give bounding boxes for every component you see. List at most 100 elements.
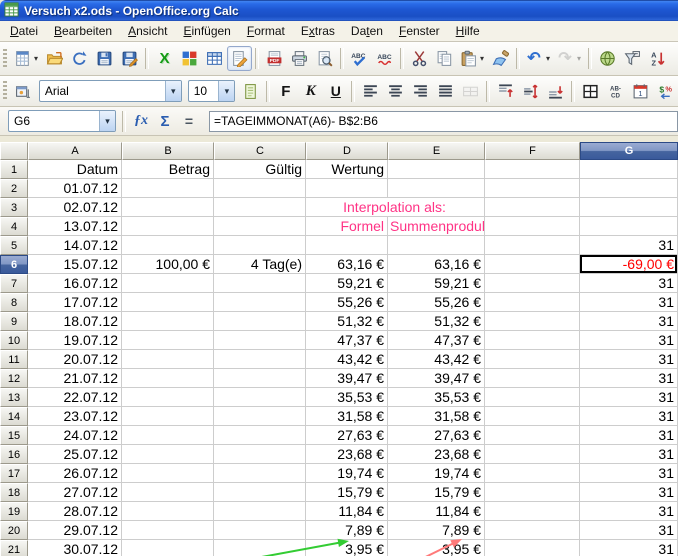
cell-F5[interactable]	[485, 236, 580, 255]
cell-F16[interactable]	[485, 445, 580, 464]
cell-A12[interactable]: 21.07.12	[28, 369, 122, 388]
cell-D19[interactable]: 11,84 €	[306, 502, 388, 521]
cell-C6[interactable]: 4 Tag(e)	[214, 255, 306, 274]
sort-ascending-button[interactable]: AZ	[645, 46, 670, 71]
cell-C2[interactable]	[214, 179, 306, 198]
cell-G8[interactable]: 31	[580, 293, 678, 312]
cell-A10[interactable]: 19.07.12	[28, 331, 122, 350]
cell-E2[interactable]	[388, 179, 485, 198]
cell-B21[interactable]	[122, 540, 214, 556]
cell-C7[interactable]	[214, 274, 306, 293]
cell-G11[interactable]: 31	[580, 350, 678, 369]
cell-B17[interactable]	[122, 464, 214, 483]
font-size-dropdown-icon[interactable]: ▾	[218, 81, 234, 101]
cell-F11[interactable]	[485, 350, 580, 369]
cell-E19[interactable]: 11,84 €	[388, 502, 485, 521]
cell-D11[interactable]: 43,42 €	[306, 350, 388, 369]
cell-E16[interactable]: 23,68 €	[388, 445, 485, 464]
cell-D9[interactable]: 51,32 €	[306, 312, 388, 331]
cell-F1[interactable]	[485, 160, 580, 179]
row-header-3[interactable]: 3	[0, 198, 28, 217]
cell-G1[interactable]	[580, 160, 678, 179]
cell-E10[interactable]: 47,37 €	[388, 331, 485, 350]
cell-A16[interactable]: 25.07.12	[28, 445, 122, 464]
cell-E20[interactable]: 7,89 €	[388, 521, 485, 540]
hyperlink-button[interactable]	[595, 46, 620, 71]
autofilter-button[interactable]	[620, 46, 645, 71]
cell-D6[interactable]: 63,16 €	[306, 255, 388, 274]
styles-and-formatting-button[interactable]	[11, 79, 36, 104]
row-header-1[interactable]: 1	[0, 160, 28, 179]
cell-C12[interactable]	[214, 369, 306, 388]
align-justify-button[interactable]	[433, 79, 458, 104]
save-as-button[interactable]	[117, 46, 142, 71]
cell-D20[interactable]: 7,89 €	[306, 521, 388, 540]
cell-A21[interactable]: 30.07.12	[28, 540, 122, 556]
align-center-button[interactable]	[383, 79, 408, 104]
cell-B20[interactable]	[122, 521, 214, 540]
cell-B15[interactable]	[122, 426, 214, 445]
insert-table-button[interactable]	[202, 46, 227, 71]
cell-G19[interactable]: 31	[580, 502, 678, 521]
row-header-18[interactable]: 18	[0, 483, 28, 502]
cell-B18[interactable]	[122, 483, 214, 502]
cell-C11[interactable]	[214, 350, 306, 369]
row-header-6[interactable]: 6	[0, 255, 28, 274]
row-header-4[interactable]: 4	[0, 217, 28, 236]
cell-G6[interactable]: -69,00 €	[580, 255, 678, 274]
name-box-dropdown-icon[interactable]: ▾	[99, 111, 115, 131]
cell-B14[interactable]	[122, 407, 214, 426]
align-right-button[interactable]	[408, 79, 433, 104]
paste-dropdown-icon[interactable]: ▾	[478, 54, 486, 63]
row-header-10[interactable]: 10	[0, 331, 28, 350]
page-format-button[interactable]	[238, 79, 263, 104]
font-name-dropdown-icon[interactable]: ▾	[165, 81, 181, 101]
cell-B2[interactable]	[122, 179, 214, 198]
row-header-7[interactable]: 7	[0, 274, 28, 293]
cell-D3[interactable]: Interpolation als:	[306, 198, 485, 217]
cell-E9[interactable]: 51,32 €	[388, 312, 485, 331]
cell-A2[interactable]: 01.07.12	[28, 179, 122, 198]
cell-C19[interactable]	[214, 502, 306, 521]
cell-B8[interactable]	[122, 293, 214, 312]
select-all-corner[interactable]	[0, 142, 28, 160]
cell-B9[interactable]	[122, 312, 214, 331]
column-header-D[interactable]: D	[306, 142, 388, 160]
page-preview-button[interactable]	[312, 46, 337, 71]
column-header-B[interactable]: B	[122, 142, 214, 160]
row-header-13[interactable]: 13	[0, 388, 28, 407]
cell-G17[interactable]: 31	[580, 464, 678, 483]
cell-B12[interactable]	[122, 369, 214, 388]
cell-C14[interactable]	[214, 407, 306, 426]
cell-B13[interactable]	[122, 388, 214, 407]
cell-A1[interactable]: Datum	[28, 160, 122, 179]
cell-B1[interactable]: Betrag	[122, 160, 214, 179]
cell-E18[interactable]: 15,79 €	[388, 483, 485, 502]
menu-fenster[interactable]: Fenster	[391, 22, 448, 40]
cell-A9[interactable]: 18.07.12	[28, 312, 122, 331]
cell-F17[interactable]	[485, 464, 580, 483]
cell-E11[interactable]: 43,42 €	[388, 350, 485, 369]
cut-button[interactable]	[407, 46, 432, 71]
menu-bearbeiten[interactable]: Bearbeiten	[46, 22, 120, 40]
cell-F21[interactable]	[485, 540, 580, 556]
cell-D18[interactable]: 15,79 €	[306, 483, 388, 502]
menu-format[interactable]: Format	[239, 22, 293, 40]
new-spreadsheet-dropdown-icon[interactable]: ▾	[32, 54, 40, 63]
italic-button[interactable]: K	[298, 79, 323, 104]
cell-A8[interactable]: 17.07.12	[28, 293, 122, 312]
cell-A20[interactable]: 29.07.12	[28, 521, 122, 540]
cell-G2[interactable]	[580, 179, 678, 198]
cell-C16[interactable]	[214, 445, 306, 464]
row-header-11[interactable]: 11	[0, 350, 28, 369]
cell-G18[interactable]: 31	[580, 483, 678, 502]
cell-E5[interactable]	[388, 236, 485, 255]
open-document-button[interactable]	[42, 46, 67, 71]
cell-E14[interactable]: 31,58 €	[388, 407, 485, 426]
cell-G12[interactable]: 31	[580, 369, 678, 388]
cell-D1[interactable]: Wertung	[306, 160, 388, 179]
cell-B11[interactable]	[122, 350, 214, 369]
cell-C17[interactable]	[214, 464, 306, 483]
cell-F15[interactable]	[485, 426, 580, 445]
auto-spellcheck-button[interactable]: ABC	[372, 46, 397, 71]
